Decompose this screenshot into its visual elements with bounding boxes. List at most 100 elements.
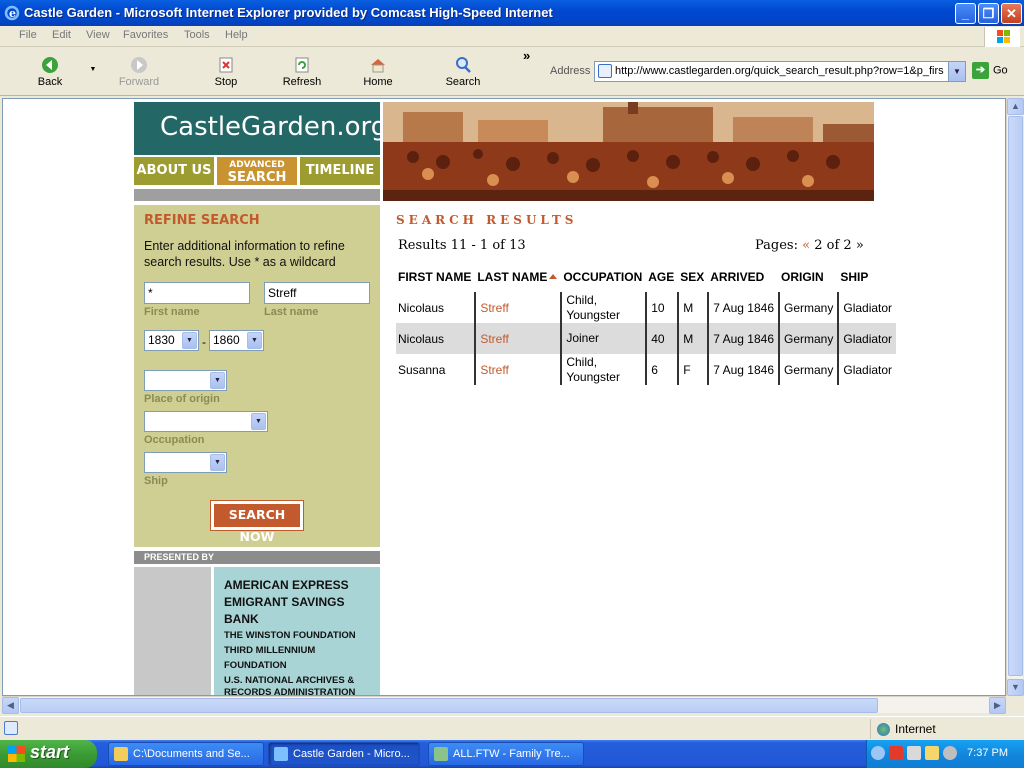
- cell-arrived: 7 Aug 1846: [707, 323, 779, 354]
- year-to-select[interactable]: 1860 ▼: [209, 330, 264, 351]
- security-zone: Internet: [870, 719, 1020, 739]
- scroll-left-icon[interactable]: ◀: [2, 697, 19, 714]
- last-name-label: Last name: [264, 306, 319, 318]
- menu-tools[interactable]: Tools: [184, 29, 210, 41]
- globe-icon: [877, 723, 890, 736]
- window-title: Castle Garden - Microsoft Internet Explo…: [24, 5, 553, 20]
- cell-age: 6: [645, 354, 679, 385]
- stop-button[interactable]: Stop: [208, 50, 244, 88]
- sponsor-item[interactable]: AMERICAN EXPRESS: [224, 577, 380, 594]
- page-viewport: CastleGarden.org ABOUT US ADVANCED SEARCH…: [2, 98, 1006, 696]
- windows-logo-icon: [984, 27, 1020, 47]
- menu-edit[interactable]: Edit: [52, 29, 71, 41]
- cell-last-name-link[interactable]: Streff: [474, 292, 562, 323]
- nav-advanced-search[interactable]: ADVANCED SEARCH: [217, 157, 297, 185]
- go-button[interactable]: ➔ Go: [972, 62, 1008, 79]
- toolbar-overflow-chevron[interactable]: »: [523, 48, 530, 63]
- back-button[interactable]: Back: [30, 50, 70, 88]
- cell-arrived: 7 Aug 1846: [707, 354, 779, 385]
- browser-window: e Castle Garden - Microsoft Internet Exp…: [0, 0, 1024, 740]
- col-occupation[interactable]: OCCUPATION: [561, 270, 646, 292]
- ship-select[interactable]: ▼: [144, 452, 227, 473]
- sponsor-item[interactable]: U.S. NATIONAL ARCHIVES & RECORDS ADMINIS…: [224, 675, 374, 695]
- windows-flag-icon: [8, 746, 25, 762]
- col-ship[interactable]: SHIP: [838, 270, 896, 292]
- table-row[interactable]: Nicolaus Streff Joiner 40 M 7 Aug 1846 G…: [396, 323, 897, 354]
- taskbar: start C:\Documents and Se... Castle Gard…: [0, 740, 1024, 768]
- occupation-select[interactable]: ▼: [144, 411, 268, 432]
- col-first-name[interactable]: FIRST NAME: [396, 270, 475, 292]
- table-row[interactable]: Nicolaus Streff Child, Youngster 10 M 7 …: [396, 292, 897, 323]
- horizontal-scrollbar[interactable]: ◀ ▶: [2, 696, 1006, 714]
- prev-page-link[interactable]: «: [802, 238, 810, 253]
- folder-icon: [114, 747, 128, 761]
- ie-icon: e: [4, 5, 20, 21]
- cell-ship: Gladiator: [837, 292, 897, 323]
- first-name-input[interactable]: *: [144, 282, 250, 304]
- maximize-button[interactable]: ❐: [978, 3, 999, 24]
- status-bar: Internet: [0, 716, 1024, 740]
- chevron-down-icon: ▼: [182, 332, 197, 349]
- scroll-down-icon[interactable]: ▼: [1007, 679, 1024, 696]
- cell-last-name-link[interactable]: Streff: [474, 323, 562, 354]
- site-logo[interactable]: CastleGarden.org: [134, 102, 387, 155]
- table-row[interactable]: Susanna Streff Child, Youngster 6 F 7 Au…: [396, 354, 897, 385]
- scroll-right-icon[interactable]: ▶: [989, 697, 1006, 714]
- col-sex[interactable]: SEX: [678, 270, 708, 292]
- search-button[interactable]: Search: [440, 50, 486, 88]
- menu-file[interactable]: File: [19, 29, 37, 41]
- cell-first-name: Susanna: [398, 362, 446, 377]
- back-dropdown-icon[interactable]: ▼: [86, 66, 100, 73]
- security-alert-icon[interactable]: [925, 746, 939, 760]
- menu-favorites[interactable]: Favorites: [123, 29, 168, 41]
- col-origin[interactable]: ORIGIN: [779, 270, 838, 292]
- place-of-origin-select[interactable]: ▼: [144, 370, 227, 391]
- menu-help[interactable]: Help: [225, 29, 248, 41]
- cell-last-name-link[interactable]: Streff: [474, 354, 562, 385]
- minimize-button[interactable]: _: [955, 3, 976, 24]
- pages-label: Pages:: [755, 238, 798, 253]
- results-count: Results 11 - 1 of 13: [398, 238, 526, 253]
- last-name-input[interactable]: Streff: [264, 282, 370, 304]
- nav-timeline[interactable]: TIMELINE: [300, 157, 380, 185]
- taskbar-item-explorer[interactable]: C:\Documents and Se...: [108, 742, 264, 766]
- cell-origin: Germany: [777, 292, 839, 323]
- castlegarden-page: CastleGarden.org ABOUT US ADVANCED SEARCH…: [134, 102, 897, 695]
- year-from-select[interactable]: 1830 ▼: [144, 330, 199, 351]
- volume-icon[interactable]: [943, 746, 957, 760]
- sponsor-item[interactable]: THIRD MILLENNIUM FOUNDATION: [224, 643, 380, 673]
- horizontal-scroll-thumb[interactable]: [20, 698, 878, 713]
- col-age[interactable]: AGE: [646, 270, 678, 292]
- scroll-up-icon[interactable]: ▲: [1007, 98, 1024, 115]
- cell-origin: Germany: [777, 354, 839, 385]
- vertical-scroll-thumb[interactable]: [1008, 116, 1023, 676]
- cell-age: 10: [645, 292, 679, 323]
- tray-chevron-icon[interactable]: [871, 746, 885, 760]
- col-arrived[interactable]: ARRIVED: [708, 270, 779, 292]
- forward-button[interactable]: Forward: [113, 50, 165, 88]
- search-now-button[interactable]: SEARCH NOW: [210, 500, 304, 544]
- nav-about-us[interactable]: ABOUT US: [134, 157, 214, 185]
- menu-bar: File Edit View Favorites Tools Help: [0, 26, 1024, 47]
- sponsor-item[interactable]: THE WINSTON FOUNDATION: [224, 628, 380, 643]
- close-button[interactable]: ✕: [1001, 3, 1022, 24]
- sponsor-item[interactable]: EMIGRANT SAVINGS BANK: [224, 594, 380, 628]
- taskbar-item-ie[interactable]: Castle Garden - Micro...: [268, 742, 420, 766]
- page-info: 2 of 2: [814, 238, 852, 253]
- refresh-button[interactable]: Refresh: [279, 50, 325, 88]
- address-bar[interactable]: http://www.castlegarden.org/quick_search…: [594, 61, 966, 82]
- year-range-dash: -: [202, 335, 206, 349]
- next-page-link[interactable]: »: [856, 238, 864, 253]
- vertical-scrollbar[interactable]: ▲ ▼: [1006, 98, 1024, 696]
- address-dropdown-icon[interactable]: ▼: [948, 62, 965, 81]
- col-last-name[interactable]: LAST NAME: [475, 270, 561, 292]
- start-button[interactable]: start: [0, 740, 97, 768]
- zonealarm-icon[interactable]: [889, 746, 903, 760]
- taskbar-item-ftw[interactable]: ALL.FTW - Family Tre...: [428, 742, 584, 766]
- menu-view[interactable]: View: [86, 29, 110, 41]
- network-icon[interactable]: [907, 746, 921, 760]
- results-table: FIRST NAME LAST NAME OCCUPATION AGE SEX …: [396, 270, 897, 385]
- place-of-origin-label: Place of origin: [144, 393, 220, 405]
- home-button[interactable]: Home: [358, 50, 398, 88]
- address-label: Address: [550, 65, 591, 77]
